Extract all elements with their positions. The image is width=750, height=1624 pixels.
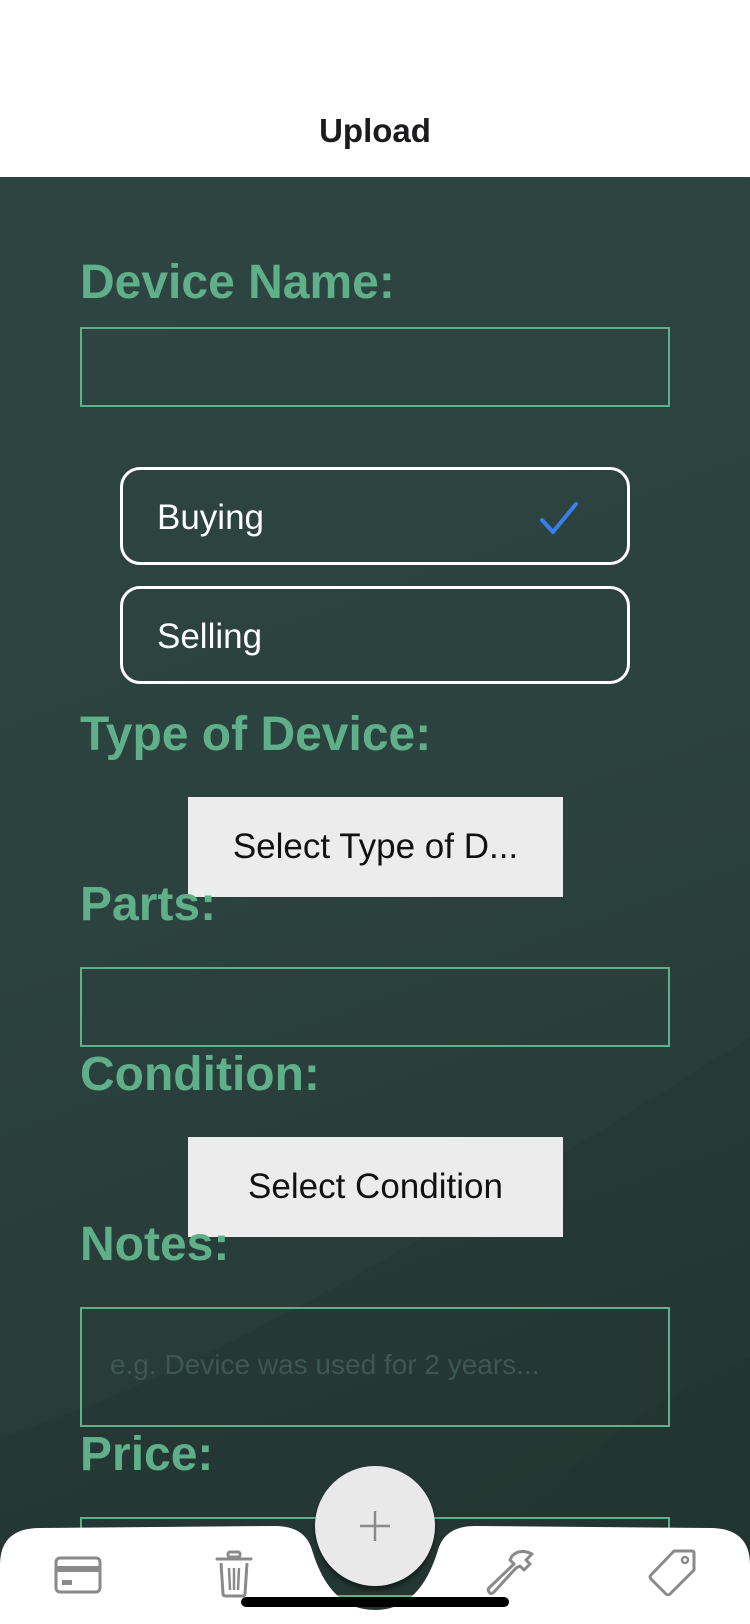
hammer-icon[interactable] xyxy=(486,1546,538,1598)
selling-option-label: Selling xyxy=(157,617,263,656)
notes-label: Notes: xyxy=(80,1218,230,1271)
device-name-label: Device Name: xyxy=(80,256,395,309)
notes-placeholder: e.g. Device was used for 2 years... xyxy=(110,1349,540,1380)
credit-card-icon[interactable] xyxy=(54,1556,102,1594)
notes-field[interactable]: e.g. Device was used for 2 years... xyxy=(80,1307,670,1427)
parts-field[interactable] xyxy=(80,967,670,1047)
device-name-field[interactable] xyxy=(80,327,670,407)
device-type-label: Type of Device: xyxy=(80,708,432,761)
condition-label: Condition: xyxy=(80,1048,320,1101)
tag-icon[interactable] xyxy=(648,1548,696,1596)
page-title: Upload xyxy=(319,112,431,149)
select-device-type-button[interactable]: Select Type of D... xyxy=(188,797,563,897)
buying-option[interactable]: Buying xyxy=(120,467,630,565)
add-button[interactable] xyxy=(315,1466,435,1586)
plus-icon xyxy=(360,1511,390,1541)
selling-option[interactable]: Selling xyxy=(120,586,630,684)
trash-icon[interactable] xyxy=(214,1550,254,1598)
parts-label: Parts: xyxy=(80,878,217,931)
buying-option-label: Buying xyxy=(157,498,265,537)
checkmark-icon xyxy=(540,502,578,534)
home-indicator xyxy=(241,1597,509,1607)
navigation-bar: Upload xyxy=(0,0,750,177)
upload-form: Device Name: Buying Selling Type of Devi… xyxy=(0,177,750,1624)
price-label: Price: xyxy=(80,1428,214,1481)
select-condition-button[interactable]: Select Condition xyxy=(188,1137,563,1237)
